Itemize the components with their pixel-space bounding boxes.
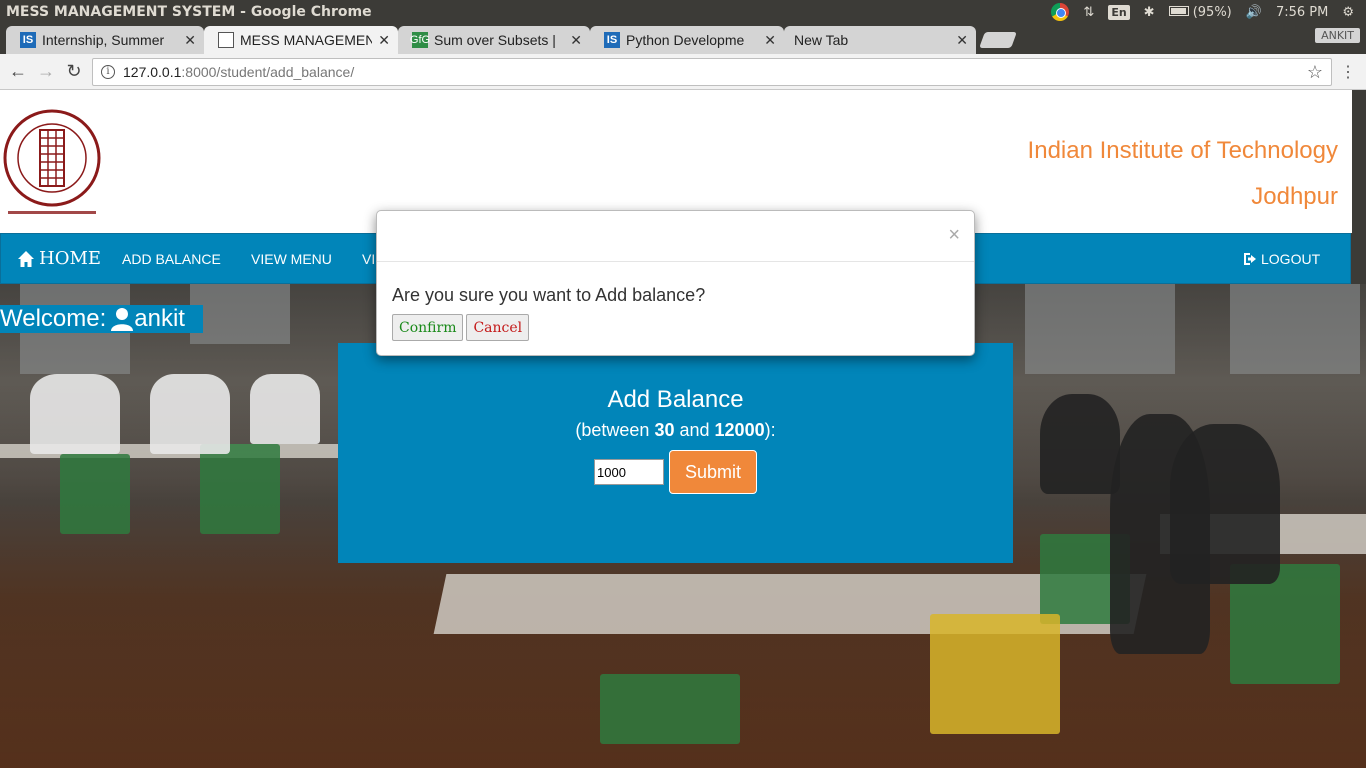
- range-and: and: [674, 420, 715, 440]
- cancel-button[interactable]: Cancel: [466, 314, 530, 341]
- battery-percent: (95%): [1192, 4, 1232, 20]
- range-min: 30: [654, 420, 675, 440]
- range-max: 12000: [714, 420, 765, 440]
- amount-input[interactable]: [594, 459, 664, 485]
- forward-arrow-icon[interactable]: →: [32, 61, 60, 82]
- institute-name-line1: Indian Institute of Technology: [1027, 137, 1338, 164]
- tab-close-icon[interactable]: ✕: [956, 32, 968, 49]
- nav-logout[interactable]: LOGOUT: [1243, 234, 1320, 283]
- document-favicon-icon: [218, 32, 234, 48]
- tab-label: Sum over Subsets |: [434, 32, 556, 48]
- os-top-bar: MESS MANAGEMENT SYSTEM - Google Chrome ⇅…: [0, 0, 1366, 24]
- web-page: Indian Institute of Technology Jodhpur H…: [0, 90, 1366, 768]
- tab-label: Internship, Summer: [42, 32, 165, 48]
- range-prefix: (between: [575, 420, 655, 440]
- tab-sum-over-subsets[interactable]: GfG Sum over Subsets | ✕: [398, 26, 590, 54]
- logout-icon: [1244, 252, 1256, 265]
- nav-home[interactable]: HOME: [17, 234, 101, 283]
- dialog-header: ×: [377, 211, 974, 262]
- back-arrow-icon[interactable]: ←: [4, 61, 32, 82]
- dialog-actions: Confirm Cancel: [392, 314, 974, 341]
- welcome-prefix: Welcome:: [0, 305, 107, 332]
- address-bar[interactable]: i 127.0.0.1:8000/student/add_balance/ ☆: [92, 58, 1332, 86]
- add-balance-title: Add Balance: [607, 386, 744, 413]
- bluetooth-icon[interactable]: ✱: [1144, 5, 1155, 20]
- nav-view-menu[interactable]: VIEW MENU: [251, 234, 332, 283]
- keyboard-layout[interactable]: En: [1108, 4, 1130, 20]
- browser-toolbar: ← → ↻ i 127.0.0.1:8000/student/add_balan…: [0, 54, 1366, 90]
- tab-internship[interactable]: IS Internship, Summer ✕: [6, 26, 204, 54]
- tab-strip: IS Internship, Summer ✕ MESS MANAGEMEN ✕…: [0, 24, 1366, 54]
- volume-icon[interactable]: 🔊: [1246, 5, 1262, 20]
- close-icon[interactable]: ×: [948, 224, 960, 247]
- tab-new-tab[interactable]: New Tab ✕: [784, 26, 976, 54]
- internshala-favicon-icon: IS: [604, 32, 620, 48]
- tab-close-icon[interactable]: ✕: [378, 32, 390, 49]
- add-balance-panel: Add Balance (between 30 and 12000): Subm…: [338, 343, 1013, 563]
- confirm-dialog: × Are you sure you want to Add balance? …: [376, 210, 975, 356]
- new-tab-button[interactable]: [979, 32, 1017, 48]
- tab-label: MESS MANAGEMEN: [240, 32, 373, 48]
- tab-python-development[interactable]: IS Python Developme ✕: [590, 26, 784, 54]
- clock[interactable]: 7:56 PM: [1276, 5, 1328, 20]
- home-icon: [18, 250, 34, 267]
- battery-icon: [1168, 5, 1189, 16]
- internshala-favicon-icon: IS: [20, 32, 36, 48]
- site-info-icon[interactable]: i: [101, 65, 115, 79]
- tab-close-icon[interactable]: ✕: [764, 32, 776, 49]
- add-balance-form: Submit: [338, 450, 1013, 494]
- chrome-icon[interactable]: [1051, 3, 1070, 21]
- welcome-username: ankit: [134, 305, 185, 332]
- profile-button[interactable]: ANKIT: [1315, 28, 1360, 43]
- window-title: MESS MANAGEMENT SYSTEM - Google Chrome: [6, 4, 372, 20]
- url-path: :8000/student/add_balance/: [181, 64, 355, 80]
- nav-add-balance[interactable]: ADD BALANCE: [122, 234, 221, 283]
- balance-range-text: (between 30 and 12000):: [338, 420, 1013, 441]
- welcome-banner: Welcome: ankit: [0, 305, 203, 333]
- tab-label: Python Developme: [626, 32, 745, 48]
- network-icon[interactable]: ⇅: [1083, 5, 1094, 20]
- reload-icon[interactable]: ↻: [60, 61, 88, 82]
- gfg-favicon-icon: GfG: [409, 32, 431, 48]
- nav-logout-label: LOGOUT: [1261, 250, 1321, 267]
- confirm-button[interactable]: Confirm: [392, 314, 464, 341]
- tab-close-icon[interactable]: ✕: [184, 32, 196, 49]
- user-icon: [111, 308, 134, 331]
- settings-gear-icon[interactable]: ⚙: [1342, 5, 1354, 20]
- institute-name: Indian Institute of Technology Jodhpur: [1028, 128, 1338, 220]
- battery-indicator[interactable]: (95%): [1168, 4, 1232, 20]
- nav-home-label: HOME: [39, 248, 102, 269]
- submit-button[interactable]: Submit: [669, 450, 757, 494]
- dialog-message: Are you sure you want to Add balance?: [392, 285, 706, 305]
- institute-name-line2: Jodhpur: [1251, 183, 1338, 210]
- iit-jodhpur-logo: [3, 109, 101, 214]
- range-suffix: ):: [764, 420, 776, 440]
- tab-label: New Tab: [794, 32, 849, 48]
- chrome-menu-icon[interactable]: ⋮: [1340, 62, 1356, 82]
- tab-close-icon[interactable]: ✕: [570, 32, 582, 49]
- url-host: 127.0.0.1: [123, 64, 182, 80]
- bookmark-star-icon[interactable]: ☆: [1307, 62, 1323, 83]
- tab-mess-management[interactable]: MESS MANAGEMEN ✕: [204, 26, 398, 54]
- nav-item-partial[interactable]: VI: [362, 234, 375, 283]
